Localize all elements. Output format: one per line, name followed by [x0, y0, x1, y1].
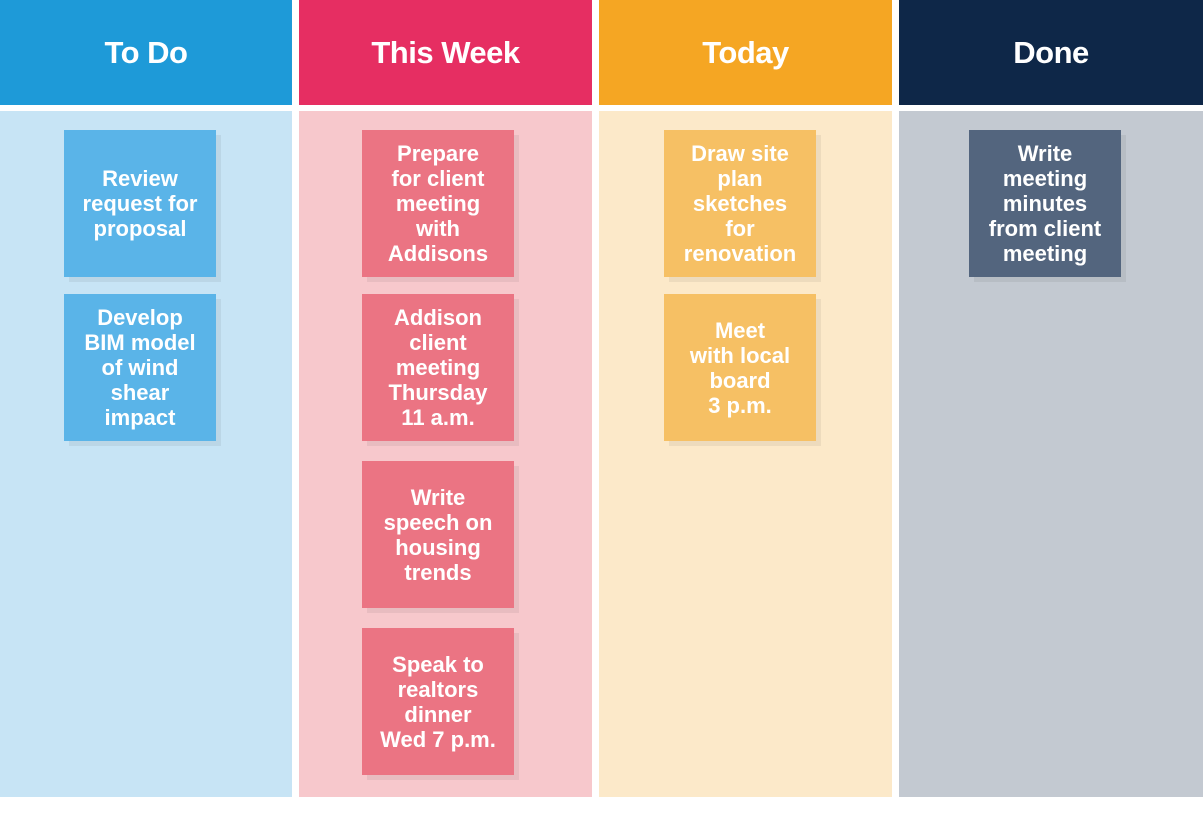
column-today: Today Draw site plan sketches for renova… — [599, 0, 892, 797]
column-body-this-week: Prepare for client meeting with Addisons… — [299, 111, 592, 797]
card-text: Addison client meeting Thursday 11 a.m. — [388, 305, 488, 430]
card-text: Write meeting minutes from client meetin… — [988, 141, 1102, 266]
kanban-board: To Do Review request for proposal Develo… — [0, 0, 1203, 813]
column-header-today: Today — [599, 0, 892, 105]
card-text: Prepare for client meeting with Addisons — [387, 141, 489, 266]
card[interactable]: Prepare for client meeting with Addisons — [362, 130, 514, 277]
card[interactable]: Write speech on housing trends — [362, 461, 514, 608]
card[interactable]: Review request for proposal — [64, 130, 216, 277]
column-title: To Do — [104, 34, 188, 70]
card-text: Write speech on housing trends — [383, 484, 493, 585]
column-body-to-do: Review request for proposal Develop BIM … — [0, 111, 292, 797]
card[interactable]: Meet with local board 3 p.m. — [664, 294, 816, 441]
card[interactable]: Develop BIM model of wind shear impact — [64, 294, 216, 441]
card[interactable]: Write meeting minutes from client meetin… — [969, 130, 1121, 277]
card-text: Speak to realtors dinner Wed 7 p.m. — [380, 651, 496, 752]
column-header-this-week: This Week — [299, 0, 592, 105]
column-this-week: This Week Prepare for client meeting wit… — [299, 0, 592, 797]
column-body-today: Draw site plan sketches for renovation M… — [599, 111, 892, 797]
card-text: Develop BIM model of wind shear impact — [84, 305, 196, 430]
column-title: This Week — [371, 34, 520, 70]
column-title: Done — [1013, 34, 1089, 70]
card[interactable]: Draw site plan sketches for renovation — [664, 130, 816, 277]
card[interactable]: Addison client meeting Thursday 11 a.m. — [362, 294, 514, 441]
column-header-to-do: To Do — [0, 0, 292, 105]
card-text: Draw site plan sketches for renovation — [683, 141, 797, 266]
column-to-do: To Do Review request for proposal Develo… — [0, 0, 292, 797]
column-title: Today — [702, 34, 789, 70]
card-text: Meet with local board 3 p.m. — [689, 317, 791, 418]
column-body-done: Write meeting minutes from client meetin… — [899, 111, 1203, 797]
column-header-done: Done — [899, 0, 1203, 105]
card-text: Review request for proposal — [82, 166, 198, 241]
card[interactable]: Speak to realtors dinner Wed 7 p.m. — [362, 628, 514, 775]
column-done: Done Write meeting minutes from client m… — [899, 0, 1203, 797]
